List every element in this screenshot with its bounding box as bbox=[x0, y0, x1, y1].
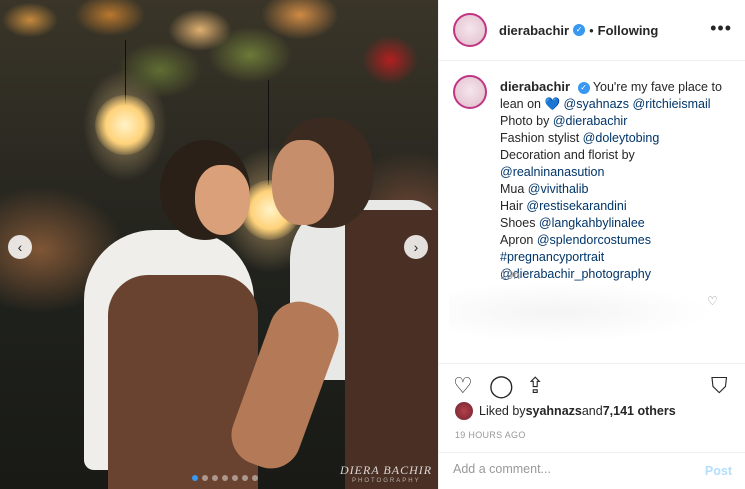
woman-face bbox=[195, 165, 250, 235]
liker-avatar[interactable] bbox=[455, 402, 473, 420]
caption-text: Shoes bbox=[500, 216, 539, 230]
more-options-icon[interactable]: ••• bbox=[710, 18, 732, 38]
comment-bubble-icon[interactable]: ◯ bbox=[489, 374, 514, 398]
carousel-dot bbox=[242, 475, 248, 481]
carousel-dot bbox=[192, 475, 198, 481]
hanging-flowers bbox=[0, 0, 438, 110]
caption-text: Photo by bbox=[500, 114, 553, 128]
post-header: dierabachir ✓ • Following ••• bbox=[439, 0, 745, 61]
header-username[interactable]: dierabachir bbox=[499, 23, 569, 38]
liked-by-user[interactable]: syahnazs bbox=[526, 404, 582, 418]
caption-text: Apron bbox=[500, 233, 537, 247]
action-bar: ♡ ◯ ⇪ ⛉ bbox=[439, 363, 745, 407]
caption-line: Shoes @langkahbylinalee bbox=[500, 215, 735, 232]
carousel-dot bbox=[222, 475, 228, 481]
post-sidebar: dierabachir ✓ • Following ••• dierabachi… bbox=[438, 0, 745, 489]
header-separator: • bbox=[589, 22, 594, 38]
caption-line: #pregnancyportrait bbox=[500, 249, 735, 266]
photo-watermark-sub: PHOTOGRAPHY bbox=[352, 478, 421, 484]
caption-mentions[interactable]: @syahnazs @ritchieismail bbox=[564, 97, 711, 111]
share-icon[interactable]: ⇪ bbox=[526, 374, 544, 398]
caption-line: Apron @splendorcostumes bbox=[500, 232, 735, 249]
post-button[interactable]: Post bbox=[705, 464, 732, 478]
bookmark-icon[interactable]: ⛉ bbox=[711, 374, 728, 398]
caption-line: Mua @vivithalib bbox=[500, 181, 735, 198]
caption-mention[interactable]: @vivithalib bbox=[528, 182, 589, 196]
caption-text: You're my fave place to bbox=[592, 80, 722, 94]
caption-text: Fashion stylist bbox=[500, 131, 583, 145]
caption-text: Hair bbox=[500, 199, 527, 213]
chevron-right-icon[interactable]: › bbox=[404, 235, 428, 259]
header-user: dierabachir ✓ • Following bbox=[499, 23, 658, 38]
woman-apron bbox=[108, 275, 258, 489]
caption-mention[interactable]: @doleytobing bbox=[583, 131, 660, 145]
caption-text: Decoration and florist by bbox=[500, 148, 635, 162]
bulb-wire bbox=[268, 80, 269, 185]
caption-line: Decoration and florist by bbox=[500, 147, 735, 164]
chevron-left-icon[interactable]: ‹ bbox=[8, 235, 32, 259]
carousel-dot bbox=[252, 475, 258, 481]
caption-mention[interactable]: @dierabachir_photography bbox=[500, 267, 651, 281]
caption-text: lean on bbox=[500, 97, 545, 111]
comments-section: dierabachir ✓ You're my fave place to le… bbox=[439, 62, 745, 362]
carousel-dot bbox=[202, 475, 208, 481]
caption-mention[interactable]: @dierabachir bbox=[553, 114, 628, 128]
liked-by: Liked by syahnazs and 7,141 others bbox=[455, 402, 676, 420]
caption-mention[interactable]: #pregnancyportrait bbox=[500, 250, 604, 264]
caption-line: Hair @restisekarandini bbox=[500, 198, 735, 215]
verified-badge-icon: ✓ bbox=[577, 81, 590, 94]
man-face bbox=[272, 140, 334, 225]
comment-bar: Post bbox=[439, 452, 745, 489]
carousel-indicator bbox=[192, 475, 258, 481]
caption-mention[interactable]: @realninanasution bbox=[500, 165, 604, 179]
photo-watermark: DIERA BACHIR bbox=[340, 463, 433, 477]
blue-heart-icon: 💙 bbox=[544, 97, 561, 111]
carousel-dot bbox=[212, 475, 218, 481]
post-photo[interactable]: ‹ › DIERA BACHIR PHOTOGRAPHY bbox=[0, 0, 438, 489]
heart-icon[interactable]: ♡ bbox=[453, 374, 473, 398]
caption-mention[interactable]: @langkahbylinalee bbox=[539, 216, 645, 230]
caption-mention[interactable]: @splendorcostumes bbox=[537, 233, 651, 247]
caption-avatar[interactable] bbox=[453, 75, 487, 109]
caption-line: @dierabachir_photography bbox=[500, 266, 735, 283]
post-timestamp[interactable]: 19 HOURS AGO bbox=[455, 430, 526, 440]
caption-username[interactable]: dierabachir bbox=[500, 79, 570, 94]
liked-by-and: and bbox=[581, 404, 603, 418]
caption-line: dierabachir ✓ You're my fave place to bbox=[500, 78, 735, 96]
liked-by-prefix: Liked by bbox=[479, 404, 526, 418]
blurred-comment bbox=[449, 282, 714, 342]
comment-time[interactable]: 19h bbox=[500, 268, 520, 282]
caption-line: Fashion stylist @doleytobing bbox=[500, 130, 735, 147]
caption-line: Photo by @dierabachir bbox=[500, 113, 735, 130]
likes-count[interactable]: 7,141 others bbox=[603, 404, 676, 418]
caption-text: Mua bbox=[500, 182, 528, 196]
verified-badge-icon: ✓ bbox=[573, 24, 586, 36]
following-button[interactable]: Following bbox=[598, 23, 659, 38]
caption-mention[interactable]: @restisekarandini bbox=[526, 199, 626, 213]
caption: dierabachir ✓ You're my fave place to le… bbox=[500, 78, 735, 283]
caption-line: lean on 💙 @syahnazs @ritchieismail bbox=[500, 96, 735, 113]
comment-like-heart-icon[interactable]: ♡ bbox=[707, 294, 718, 308]
carousel-dot bbox=[232, 475, 238, 481]
light-bulb bbox=[95, 95, 155, 155]
avatar[interactable] bbox=[453, 13, 487, 47]
caption-line: @realninanasution bbox=[500, 164, 735, 181]
comment-input[interactable] bbox=[453, 462, 683, 476]
